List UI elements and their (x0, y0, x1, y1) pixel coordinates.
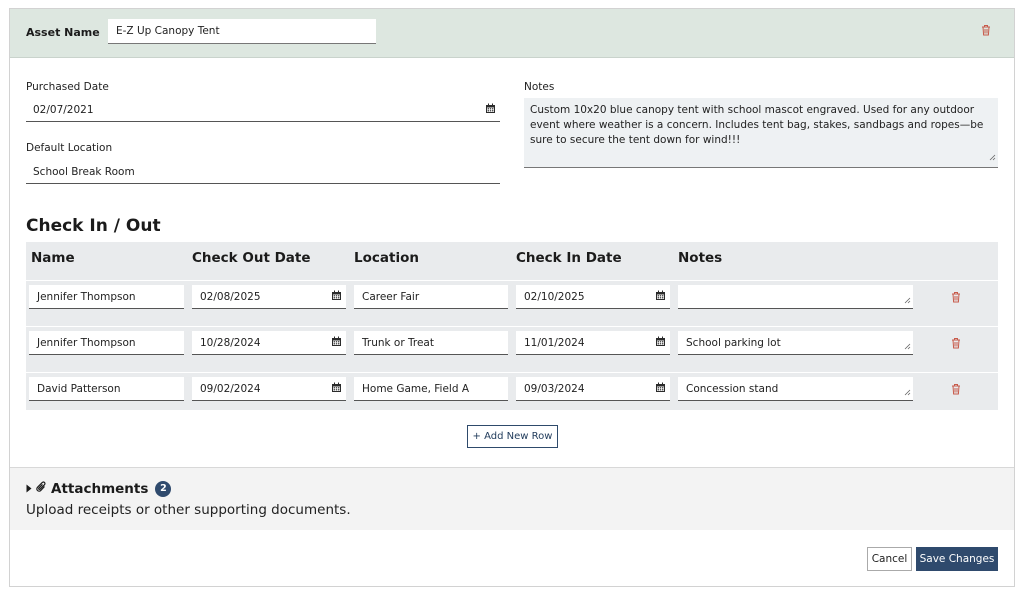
row-check-out-value: 09/02/2024 (200, 383, 261, 395)
calendar-icon[interactable] (655, 290, 666, 304)
check-in-out-table: Name Check Out Date Location Check In Da… (26, 242, 998, 410)
calendar-icon[interactable] (331, 382, 342, 396)
resize-handle-icon[interactable] (904, 295, 911, 307)
notes-label: Notes (524, 81, 555, 93)
column-header-check-out-date: Check Out Date (192, 250, 311, 266)
cancel-button[interactable]: Cancel (867, 547, 912, 571)
asset-name-label: Asset Name (26, 26, 100, 39)
calendar-icon[interactable] (331, 290, 342, 304)
row-check-in-input[interactable]: 02/10/2025 (516, 285, 670, 309)
table-row: Jennifer Thompson 10/28/2024 Trunk or Tr… (26, 326, 998, 372)
calendar-icon[interactable] (485, 103, 496, 117)
row-notes-input[interactable]: School parking lot (678, 331, 913, 355)
calendar-icon[interactable] (655, 382, 666, 396)
attachments-count-badge: 2 (155, 481, 172, 497)
column-header-location: Location (354, 250, 419, 266)
row-notes-value: Concession stand (686, 383, 779, 395)
row-check-out-value: 10/28/2024 (200, 337, 261, 349)
purchased-date-label: Purchased Date (26, 81, 109, 93)
table-row: Jennifer Thompson 02/08/2025 Career Fair… (26, 280, 998, 326)
row-check-out-input[interactable]: 09/02/2024 (192, 377, 346, 401)
attachments-description: Upload receipts or other supporting docu… (26, 502, 351, 518)
row-check-out-input[interactable]: 10/28/2024 (192, 331, 346, 355)
resize-handle-icon[interactable] (904, 341, 911, 353)
row-location-input[interactable]: Home Game, Field A (354, 377, 508, 401)
row-location-input[interactable]: Career Fair (354, 285, 508, 309)
default-location-label: Default Location (26, 142, 113, 154)
delete-row-icon[interactable] (951, 291, 961, 306)
asset-edit-card: Asset Name Purchased Date 02/07/2021 Def… (9, 8, 1015, 587)
resize-handle-icon[interactable] (989, 151, 996, 166)
paperclip-icon (36, 481, 47, 497)
attachments-toggle[interactable]: Attachments 2 (26, 481, 172, 497)
row-check-in-value: 02/10/2025 (524, 291, 585, 303)
row-location-input[interactable]: Trunk or Treat (354, 331, 508, 355)
row-check-in-input[interactable]: 11/01/2024 (516, 331, 670, 355)
delete-row-icon[interactable] (951, 337, 961, 352)
row-check-out-value: 02/08/2025 (200, 291, 261, 303)
row-name-input[interactable]: Jennifer Thompson (29, 331, 184, 355)
check-in-out-title: Check In / Out (26, 216, 161, 236)
attachments-section: Attachments 2 Upload receipts or other s… (10, 467, 1014, 530)
delete-asset-icon[interactable] (981, 24, 991, 39)
row-check-in-input[interactable]: 09/03/2024 (516, 377, 670, 401)
notes-textarea[interactable]: Custom 10x20 blue canopy tent with schoo… (524, 98, 998, 168)
calendar-icon[interactable] (331, 336, 342, 350)
save-changes-button[interactable]: Save Changes (916, 547, 998, 571)
row-notes-input[interactable] (678, 285, 913, 309)
resize-handle-icon[interactable] (904, 387, 911, 399)
purchased-date-value: 02/07/2021 (33, 104, 94, 116)
row-check-in-value: 09/03/2024 (524, 383, 585, 395)
row-notes-value: School parking lot (686, 337, 781, 349)
row-name-input[interactable]: Jennifer Thompson (29, 285, 184, 309)
asset-header: Asset Name (10, 9, 1014, 58)
asset-name-input[interactable] (108, 19, 376, 44)
column-header-name: Name (31, 250, 75, 266)
row-name-input[interactable]: David Patterson (29, 377, 184, 401)
calendar-icon[interactable] (655, 336, 666, 350)
table-row: David Patterson 09/02/2024 Home Game, Fi… (26, 372, 998, 418)
default-location-input[interactable]: School Break Room (26, 160, 500, 184)
column-header-check-in-date: Check In Date (516, 250, 622, 266)
notes-text: Custom 10x20 blue canopy tent with schoo… (530, 104, 984, 146)
add-new-row-button[interactable]: + Add New Row (467, 425, 558, 448)
default-location-value: School Break Room (33, 166, 135, 178)
attachments-title: Attachments (51, 481, 149, 497)
row-notes-input[interactable]: Concession stand (678, 377, 913, 401)
delete-row-icon[interactable] (951, 383, 961, 398)
purchased-date-input[interactable]: 02/07/2021 (26, 98, 500, 122)
row-check-in-value: 11/01/2024 (524, 337, 585, 349)
column-header-notes: Notes (678, 250, 723, 266)
row-check-out-input[interactable]: 02/08/2025 (192, 285, 346, 309)
caret-right-icon (26, 481, 32, 497)
